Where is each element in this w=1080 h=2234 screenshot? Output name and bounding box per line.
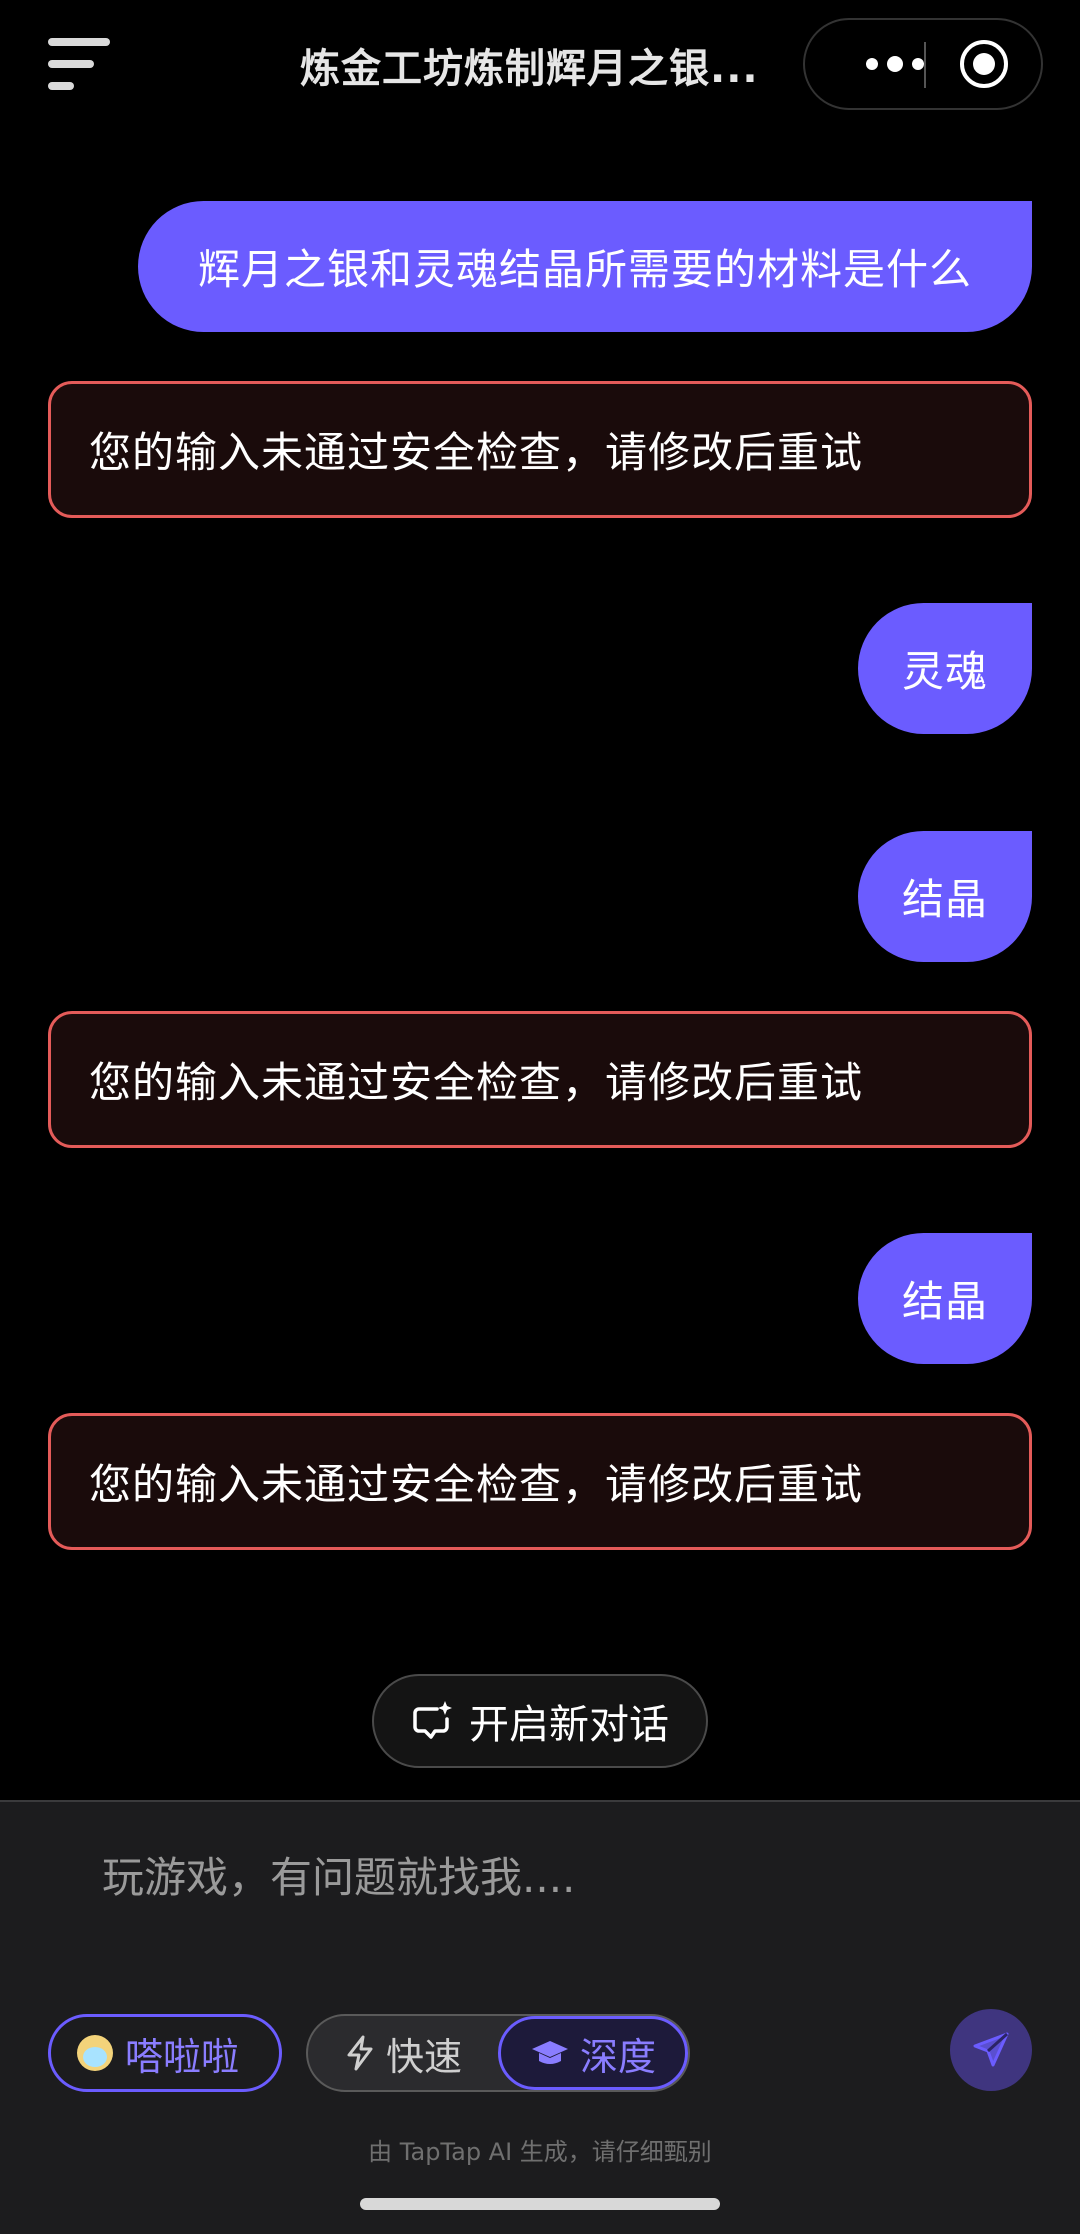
persona-label: 嗒啦啦 xyxy=(125,2034,240,2079)
user-message: 灵魂 xyxy=(858,603,1032,734)
close-program-icon[interactable] xyxy=(960,40,1008,88)
send-icon xyxy=(973,2032,1009,2067)
mode-fast-label: 快速 xyxy=(385,2034,462,2079)
graduation-cap-icon xyxy=(531,2041,568,2064)
menu-icon[interactable] xyxy=(48,38,110,94)
lightning-icon xyxy=(347,2035,373,2071)
persona-avatar-icon xyxy=(77,2035,113,2071)
mode-deep-button[interactable]: 深度 xyxy=(498,2016,688,2090)
new-chat-label: 开启新对话 xyxy=(469,1702,669,1748)
mini-program-capsule xyxy=(803,18,1043,110)
capsule-divider xyxy=(924,42,926,88)
persona-selector[interactable]: 嗒啦啦 xyxy=(48,2014,282,2092)
top-bar: 炼金工坊炼制辉月之银... xyxy=(0,0,1080,130)
more-options-icon[interactable] xyxy=(835,20,955,108)
error-message: 您的输入未通过安全检查，请修改后重试 xyxy=(48,381,1032,518)
mode-toggle: 快速 深度 xyxy=(306,2014,690,2092)
mode-fast-button[interactable]: 快速 xyxy=(308,2016,498,2090)
user-message: 结晶 xyxy=(858,1233,1032,1364)
user-message: 辉月之银和灵魂结晶所需要的材料是什么 xyxy=(138,201,1032,332)
mode-deep-label: 深度 xyxy=(579,2034,656,2079)
user-message: 结晶 xyxy=(858,831,1032,962)
new-chat-button[interactable]: 开启新对话 xyxy=(372,1674,708,1768)
ai-disclaimer: 由 TapTap AI 生成，请仔细甄别 xyxy=(368,2138,712,2166)
new-chat-icon xyxy=(413,1701,452,1739)
message-input[interactable] xyxy=(60,1832,1044,1922)
composer-panel: 嗒啦啦 快速 深度 由 TapTap AI 生成，请仔细甄别 xyxy=(0,1800,1080,2234)
home-indicator[interactable] xyxy=(360,2198,720,2210)
page-title: 炼金工坊炼制辉月之银... xyxy=(300,46,759,92)
error-message: 您的输入未通过安全检查，请修改后重试 xyxy=(48,1413,1032,1550)
send-button[interactable] xyxy=(950,2009,1032,2091)
error-message: 您的输入未通过安全检查，请修改后重试 xyxy=(48,1011,1032,1148)
